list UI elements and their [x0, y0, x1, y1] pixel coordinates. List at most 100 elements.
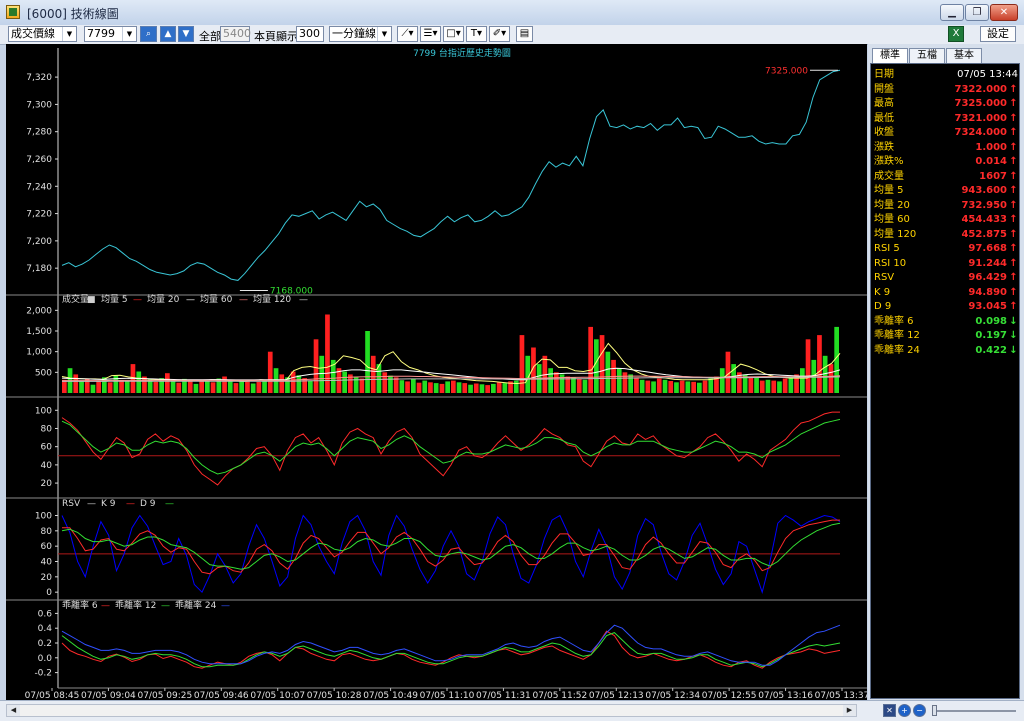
quote-row: 乖離率 6 0.098 ↓ [874, 315, 1018, 329]
zoom-icon: ⌕ [145, 29, 152, 39]
scroll-left-arrow-icon[interactable]: ◀ [7, 705, 20, 716]
zoom-slider-track[interactable] [932, 705, 1016, 716]
settings-button[interactable]: 設定 [980, 26, 1016, 42]
quote-row: 乖離率 12 0.197 ↓ [874, 329, 1018, 343]
volume-bar [107, 382, 113, 393]
close-button[interactable]: ✕ [990, 4, 1018, 21]
draw-rect-tool[interactable]: □▾ [443, 26, 464, 42]
zoom-in-button[interactable]: + [898, 704, 911, 717]
arrow-up-icon: ↑ [1009, 243, 1018, 254]
scroll-down-button[interactable]: ▼ [178, 26, 194, 42]
legend-swatch: — [101, 601, 110, 611]
legend-label: RSV [62, 499, 81, 509]
x-tick-label: 07/05 11:10 [420, 691, 475, 700]
quote-row: 均量 120 452.875 ↑ [874, 228, 1018, 242]
x-tick-label: 07/05 12:13 [589, 691, 644, 700]
zoom-slider-handle[interactable] [932, 705, 937, 716]
arrow-up-icon: ↑ [1009, 214, 1018, 225]
volume-bar [668, 381, 674, 393]
rsi-line [61, 411, 840, 486]
arrow-up-icon: ↑ [1009, 286, 1018, 298]
page-label: 本頁顯示 [254, 30, 298, 43]
y-tick-label: 0 [46, 588, 52, 598]
x-tick-label: 07/05 12:55 [702, 691, 757, 700]
volume-bar [748, 376, 754, 393]
y-tick-label: 0.4 [38, 624, 53, 634]
zoom-out-button[interactable]: − [913, 704, 926, 717]
volume-bar [554, 372, 559, 393]
page-count-field[interactable]: 300 [296, 26, 324, 42]
quote-row: RSI 5 97.668 ↑ [874, 242, 1018, 256]
arrow-up-icon: ↑ [1009, 112, 1018, 124]
x-tick-label: 07/05 10:28 [307, 691, 362, 700]
quote-value: 7321.000 [954, 112, 1007, 124]
minimize-button[interactable]: ▁ [940, 4, 964, 21]
volume-bar [765, 379, 771, 393]
volume-bar [187, 381, 193, 393]
y-tick-label: 7,220 [26, 210, 52, 220]
rsi-line [61, 418, 841, 475]
quote-label: RSI 5 [874, 243, 900, 254]
quote-value: 07/05 13:44 [957, 69, 1018, 80]
quote-row: 漲跌% 0.014 ↑ [874, 155, 1018, 169]
legend-label: RSI 5 [62, 44, 85, 47]
legend-label: 乖離率 6 [62, 599, 98, 611]
volume-bar [439, 383, 445, 393]
quote-row: RSV 96.429 ↑ [874, 271, 1018, 285]
bottom-bar: ◀ ▶ ✕ + − [0, 700, 1024, 721]
volume-bar [771, 380, 777, 393]
tab-five-levels[interactable]: 五檔 [909, 48, 945, 63]
scroll-up-button[interactable]: ▲ [160, 26, 176, 42]
volume-bar [588, 326, 593, 393]
quote-label: 乖離率 6 [874, 315, 914, 327]
scroll-right-arrow-icon[interactable]: ▶ [843, 705, 856, 716]
layout-button[interactable]: ▤ [516, 26, 533, 42]
volume-bar [571, 377, 576, 393]
volume-bar [679, 380, 685, 393]
volume-bar [416, 382, 422, 393]
quote-label: 均量 60 [874, 214, 910, 225]
period-value: 一分鐘線 [332, 27, 376, 40]
period-select[interactable]: 一分鐘線 ▼ [329, 26, 392, 42]
quote-row: 開盤 7322.000 ↑ [874, 83, 1018, 97]
volume-bar [73, 374, 79, 393]
y-tick-label: 7,280 [26, 128, 52, 138]
quote-value: 97.668 [968, 243, 1007, 254]
quote-value: 93.045 [968, 301, 1007, 312]
volume-bar [651, 381, 656, 393]
eraser-tool[interactable]: ✐▾ [489, 26, 510, 42]
volume-bar [405, 381, 410, 393]
chart-area[interactable]: 7,180 7,200 7,220 7,240 7,260 7,280 7,300 7,320… [6, 44, 867, 700]
legend-label: RSI 10 [115, 44, 144, 47]
arrow-up-icon: ↑ [1009, 272, 1018, 283]
toolbar: 成交價線 ▼ 7799 ▼ ⌕ ▲ ▼ 全部 5400 本頁顯示 300 一分鐘線 ▼… [0, 25, 1024, 45]
export-excel-button[interactable]: X [948, 26, 964, 42]
pen-line-icon: ⟋▾ [401, 28, 414, 39]
volume-bar [788, 376, 794, 393]
quote-label: 乖離率 12 [874, 330, 920, 341]
chart-type-select[interactable]: 成交價線 ▼ [8, 26, 77, 42]
maximize-button[interactable]: ❐ [965, 4, 989, 21]
legend-swatch: ■ [87, 295, 96, 305]
volume-bar [353, 376, 359, 393]
tab-standard[interactable]: 標準 [872, 48, 908, 63]
draw-line-tool[interactable]: ⟋▾ [397, 26, 418, 42]
horizontal-scrollbar[interactable]: ◀ ▶ [6, 704, 857, 717]
legend-label: 乖離率 24 [175, 599, 217, 611]
symbol-select[interactable]: 7799 ▼ [84, 26, 137, 42]
quote-value: 732.950 [961, 199, 1007, 211]
volume-bar [462, 383, 468, 393]
tab-basic[interactable]: 基本 [946, 48, 982, 63]
chart-title: 7799 台指近歷史走勢圖 [413, 47, 511, 59]
y-tick-label: 2,000 [26, 306, 52, 316]
volume-bar [479, 384, 485, 393]
crosshair-toggle[interactable]: ✕ [883, 704, 896, 717]
quote-row: 日期 07/05 13:44 [874, 68, 1018, 82]
quote-label: 收盤 [874, 127, 894, 138]
volume-bar [313, 339, 319, 393]
quote-row: D 9 93.045 ↑ [874, 300, 1018, 314]
draw-channel-tool[interactable]: ☰▾ [420, 26, 441, 42]
quote-value: 452.875 [961, 228, 1007, 240]
draw-text-tool[interactable]: T▾ [466, 26, 487, 42]
zoom-button[interactable]: ⌕ [140, 26, 157, 42]
